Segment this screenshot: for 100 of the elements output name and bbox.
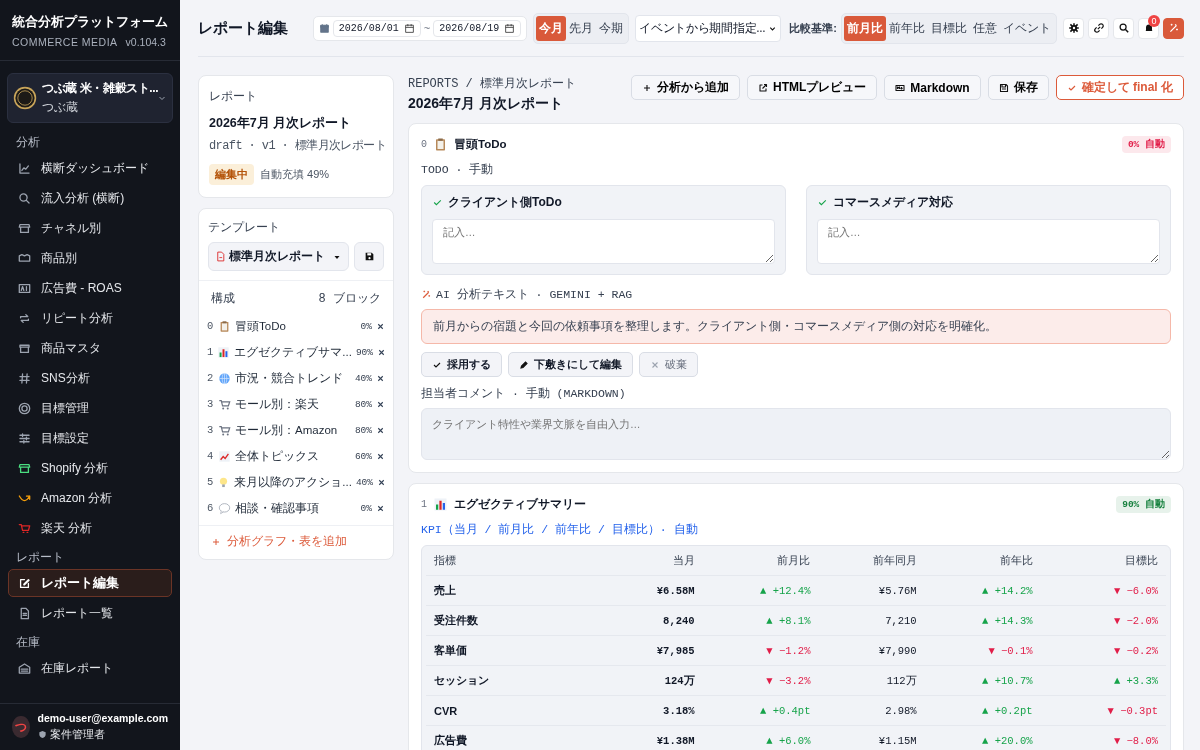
remove-icon[interactable] xyxy=(376,373,385,383)
store-icon xyxy=(18,461,31,475)
preview-button[interactable]: HTMLプレビュー xyxy=(747,75,878,100)
nav-item[interactable]: レポート編集 xyxy=(8,569,172,597)
block-item[interactable]: 全体トピックス xyxy=(235,448,351,464)
remove-icon[interactable] xyxy=(377,347,386,357)
period-tab[interactable]: 今期 xyxy=(596,15,627,41)
page-title: レポート編集 xyxy=(198,18,288,38)
nav-item[interactable]: Amazon 分析 xyxy=(8,484,172,512)
ad-icon xyxy=(18,281,31,295)
column-header: 前月比 xyxy=(776,553,811,568)
edit-button[interactable]: 下敷きにして編集 xyxy=(508,352,633,377)
adopt-button[interactable]: 採用する xyxy=(421,352,502,377)
clipboard-icon xyxy=(433,137,448,152)
block-item[interactable]: 相談・確認事項 xyxy=(235,500,357,516)
event-select[interactable]: イベントから期間指定... xyxy=(635,14,782,42)
block-item[interactable]: モール別：Amazon xyxy=(235,422,351,438)
magic-wand-button[interactable] xyxy=(1163,17,1184,39)
nav-item[interactable]: 目標設定 xyxy=(8,424,172,452)
table-cell-text: CVR xyxy=(434,704,459,717)
table-cell-text: 8,240 xyxy=(662,614,695,627)
block-item[interactable]: 来月以降のアクショ... xyxy=(234,474,352,490)
table-cell-text: ▼ −1.2% xyxy=(765,644,811,657)
nav-item[interactable]: 目標管理 xyxy=(8,394,172,422)
save-button[interactable]: 保存 xyxy=(987,75,1049,100)
remove-icon[interactable] xyxy=(376,451,385,461)
settings-button[interactable] xyxy=(1063,17,1084,39)
block-number: 3 xyxy=(207,424,214,436)
period-tab[interactable]: 先月 xyxy=(566,15,597,41)
block-percent: 0% xyxy=(360,502,372,514)
clipboard-icon xyxy=(218,319,231,333)
table-cell-text: ▼ −3.2% xyxy=(765,674,811,687)
block-item[interactable]: 冒頭ToDo xyxy=(235,318,357,334)
nav-section-label: 在庫 xyxy=(15,634,41,651)
add-chart-link[interactable]: 分析グラフ・表を追加 xyxy=(227,534,347,549)
sliders-icon xyxy=(18,431,31,445)
nav-item[interactable]: 楽天 分析 xyxy=(8,514,172,542)
nav-item[interactable]: 商品マスタ xyxy=(8,334,172,362)
nav-item[interactable]: 横断ダッシュボード xyxy=(8,154,172,182)
table-cell-text: 124万 xyxy=(663,673,695,688)
table-cell-text: ▼ −8.0% xyxy=(1112,734,1158,747)
autofill-badge: 0% 自動 xyxy=(1121,136,1171,153)
compare-tab[interactable]: 前月比 xyxy=(844,15,886,41)
compare-tab[interactable]: イベント xyxy=(1000,15,1054,41)
breadcrumb: REPORTS / 標準月次レポート xyxy=(408,76,576,92)
block-number: 2 xyxy=(207,372,214,384)
nav-item[interactable]: リピート分析 xyxy=(8,304,172,332)
table-cell-text: ▲ +0.2pt xyxy=(981,704,1033,717)
store-switcher[interactable]: つぶ蔵 米・雑穀スト... つぶ蔵 xyxy=(7,73,173,123)
block-number: 0 xyxy=(421,139,427,150)
search-icon xyxy=(18,191,31,205)
ai-section-label: AI 分析テキスト · GEMINI + RAG xyxy=(436,287,633,302)
calendar-icon xyxy=(403,22,415,34)
link-button[interactable] xyxy=(1088,17,1109,39)
nav-item[interactable]: 商品別 xyxy=(8,244,172,272)
table-cell-text: セッション xyxy=(434,673,490,688)
todo-input[interactable]: 記入… xyxy=(817,219,1160,264)
nav-item[interactable]: チャネル別 xyxy=(8,214,172,242)
template-select[interactable]: 標準月次レポート xyxy=(208,242,349,271)
add-button[interactable]: 分析から追加 xyxy=(631,75,740,100)
store-icon xyxy=(18,221,31,235)
save-template-button[interactable] xyxy=(354,242,384,271)
boxes-icon xyxy=(18,251,31,265)
smile-arrow-icon xyxy=(18,494,31,502)
markdown-button[interactable]: Markdown xyxy=(884,75,981,100)
remove-icon[interactable] xyxy=(376,503,385,513)
period-tab[interactable]: 今月 xyxy=(536,15,567,41)
remove-icon[interactable] xyxy=(377,477,386,487)
remove-icon[interactable] xyxy=(376,399,385,409)
compare-tab[interactable]: 目標比 xyxy=(928,15,970,41)
nav-item[interactable]: Shopify 分析 xyxy=(8,454,172,482)
nav-item[interactable]: 広告費 - ROAS xyxy=(8,274,172,302)
nav-item[interactable]: 在庫レポート xyxy=(8,654,172,682)
structure-label: 構成 xyxy=(211,290,235,307)
finalize-button[interactable]: 確定して final 化 xyxy=(1055,75,1184,100)
save-icon xyxy=(998,82,1009,93)
remove-icon[interactable] xyxy=(376,425,385,435)
nav-item[interactable]: レポート一覧 xyxy=(8,599,172,627)
pencil-icon xyxy=(519,359,529,370)
comment-input[interactable]: クライアント特性や業界文脈を自由入力… xyxy=(421,408,1171,460)
remove-icon[interactable] xyxy=(376,321,385,331)
table-cell-text: ¥5.76M xyxy=(877,584,917,597)
block-number: 0 xyxy=(207,320,214,332)
nav-item[interactable]: SNS分析 xyxy=(8,364,172,392)
table-cell-text: ▲ +3.3% xyxy=(1112,674,1158,687)
column-header: 当月 xyxy=(671,553,695,568)
block-meta: TODO · 手動 xyxy=(421,162,495,177)
search-button[interactable] xyxy=(1113,17,1134,39)
date-field[interactable]: 2026/08/01 xyxy=(332,19,421,37)
block-item[interactable]: モール別：楽天 xyxy=(235,396,351,412)
block-item[interactable]: エグゼクティブサマ... xyxy=(234,344,352,360)
block-item[interactable]: 市況・競合トレンド xyxy=(235,370,351,386)
block-title: エグゼクティブサマリー xyxy=(454,497,587,512)
nav-item[interactable]: 流入分析 (横断) xyxy=(8,184,172,212)
compare-tab[interactable]: 前年比 xyxy=(886,15,928,41)
table-cell-text: ▼ −2.0% xyxy=(1112,614,1158,627)
date-field[interactable]: 2026/08/19 xyxy=(433,19,522,37)
notifications-button[interactable]: 0 xyxy=(1138,17,1159,39)
compare-tab[interactable]: 任意 xyxy=(970,15,1000,41)
todo-input[interactable]: 記入… xyxy=(432,219,775,264)
